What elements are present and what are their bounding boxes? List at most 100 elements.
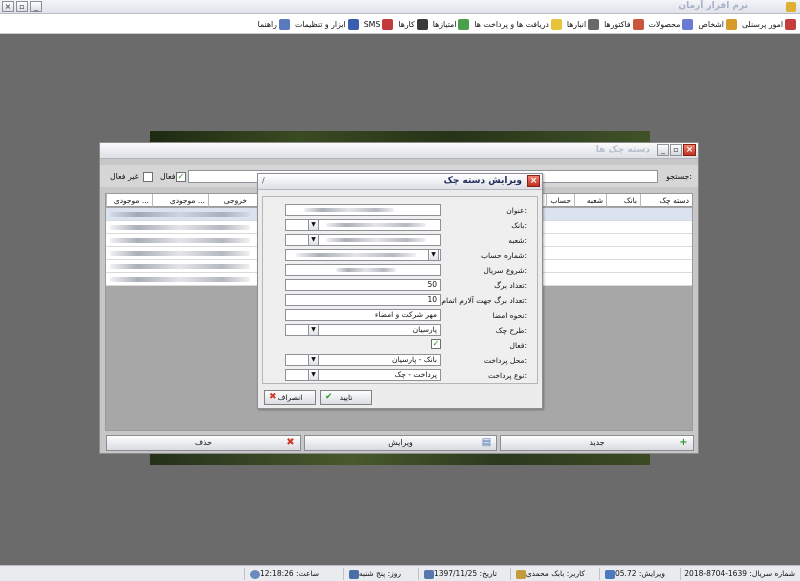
user-status-text: کاربر: بابک محمدی: [525, 569, 585, 578]
title-input[interactable]: [285, 204, 441, 216]
chevron-down-icon[interactable]: ▼: [308, 235, 319, 245]
sheet-count-label: تعداد برگ:: [494, 281, 527, 290]
version-status: ویرایش: 05.72: [599, 568, 668, 580]
menu-item[interactable]: ابزار و تنظیمات: [293, 17, 361, 31]
column-header[interactable]: دسته چک: [640, 194, 692, 207]
close-window-button[interactable]: ×: [2, 1, 14, 12]
menu-item[interactable]: فاکتورها: [602, 17, 645, 31]
payment-place-label: محل پرداخت:: [483, 356, 527, 365]
calendar-icon: [423, 569, 434, 579]
menu-item-label: اشخاص: [698, 19, 724, 29]
alarm-count-label: تعداد برگ جهت آلارم اتمام:: [441, 296, 527, 305]
column-header[interactable]: خروجی: [208, 194, 250, 207]
column-header[interactable]: بانک: [606, 194, 640, 207]
minimize-window-button[interactable]: _: [30, 1, 42, 12]
column-header[interactable]: موجودی ...: [152, 194, 208, 207]
check-design-label: طرح چک:: [495, 326, 527, 335]
menu-item-label: امتیازها: [432, 19, 457, 29]
active-label: فعال:: [509, 341, 527, 350]
edit-button[interactable]: ▤ ویرایش: [304, 435, 497, 451]
column-header[interactable]: موجودی ...: [106, 194, 152, 207]
close-icon[interactable]: ×: [683, 144, 696, 156]
menu-item[interactable]: اشخاص: [696, 17, 739, 31]
menu-item-label: امور پرسنلی: [741, 19, 783, 29]
warehouse-icon: [588, 18, 600, 30]
chevron-down-icon[interactable]: ▼: [308, 370, 319, 380]
date-status: تاریخ: 1397/11/25: [417, 568, 500, 580]
chevron-down-icon[interactable]: ▼: [308, 355, 319, 365]
bank-select[interactable]: ▼: [285, 219, 441, 231]
user-icon: [515, 569, 526, 579]
tools-icon: [347, 18, 359, 30]
close-icon[interactable]: ×: [527, 175, 540, 187]
payment-type-value: پرداخت - چک: [394, 370, 437, 379]
menu-item-label: ابزار و تنظیمات: [294, 19, 346, 29]
payment-place-value: بانک - پارسیان: [392, 355, 437, 364]
chevron-down-icon[interactable]: ▼: [308, 325, 319, 335]
payment-type-select[interactable]: پرداخت - چک ▼: [285, 369, 441, 381]
delete-icon: ✖: [286, 437, 295, 448]
bank-label: بانک:: [511, 221, 527, 230]
version-status-text: ویرایش: 05.72: [615, 569, 665, 578]
alarm-count-input[interactable]: 10: [285, 294, 441, 306]
payments-icon: [550, 18, 562, 30]
maximize-window-button[interactable]: ▫: [16, 1, 28, 12]
serial-number-status: شماره سریال: 1639-8704-2018: [680, 568, 798, 580]
title-label: عنوان:: [506, 206, 527, 215]
menu-item-label: کارها: [398, 19, 415, 29]
checkbooks-window-title: دسته چک ها: [595, 145, 650, 155]
menu-item[interactable]: محصولات: [647, 17, 696, 31]
menu-item[interactable]: دریافت ها و پرداخت ها: [472, 17, 563, 31]
chevron-down-icon[interactable]: ▼: [308, 220, 319, 230]
menu-item-label: راهنما: [257, 19, 277, 29]
dialog-form: عنوان: بانک: ▼ شعبه: ▼ شماره حساب: ▼ شرو…: [262, 196, 538, 384]
menu-item[interactable]: امتیازها: [431, 17, 472, 31]
signature-method-input[interactable]: مهر شرکت و امضاء: [285, 309, 441, 321]
app-logo-icon: [786, 2, 796, 12]
help-icon: [278, 18, 290, 30]
active-filter-checkbox[interactable]: ✓: [176, 172, 186, 182]
menu-item[interactable]: راهنما: [256, 17, 292, 31]
menu-items: امور پرسنلی اشخاص محصولات فاکتورها انبارها در…: [256, 17, 798, 31]
branch-select[interactable]: ▼: [285, 234, 441, 246]
new-button-label: جدید: [589, 438, 605, 447]
clock-icon: [249, 569, 260, 579]
payment-place-select[interactable]: بانک - پارسیان ▼: [285, 354, 441, 366]
delete-button-label: حذف: [195, 438, 212, 447]
people-icon: [725, 18, 737, 30]
menu-item[interactable]: امور پرسنلی: [740, 17, 798, 31]
products-icon: [682, 18, 694, 30]
sheet-count-input[interactable]: 50: [285, 279, 441, 291]
maximize-icon[interactable]: ▫: [670, 144, 682, 156]
check-design-select[interactable]: پارسیان ▼: [285, 324, 441, 336]
serial-start-input[interactable]: [285, 264, 441, 276]
day-status-text: روز: پنج شنبه: [358, 569, 401, 578]
personnel-icon: [785, 18, 796, 30]
chevron-down-icon[interactable]: ▼: [428, 250, 439, 260]
active-checkbox[interactable]: ✓: [431, 339, 441, 349]
edit-button-label: ویرایش: [388, 438, 413, 447]
new-button[interactable]: + جدید: [500, 435, 694, 451]
time-status: ساعت: 12:18:26: [243, 568, 322, 580]
search-label: جستجو:: [666, 172, 692, 181]
menu-item[interactable]: کارها: [396, 17, 429, 31]
column-header[interactable]: حساب: [546, 194, 574, 207]
account-number-label: شماره حساب:: [480, 251, 527, 260]
day-icon: [348, 569, 359, 579]
menu-item-label: انبارها: [566, 19, 587, 29]
check-design-value: پارسیان: [412, 325, 437, 334]
delete-button[interactable]: ✖ حذف: [106, 435, 301, 451]
account-number-select[interactable]: ▼: [285, 249, 441, 261]
column-header[interactable]: شعبه: [574, 194, 606, 207]
edit-icon: ▤: [481, 437, 492, 448]
background-image: [150, 453, 650, 465]
points-icon: [458, 18, 470, 30]
cancel-button[interactable]: ✖ انصراف: [264, 390, 316, 405]
minimize-icon[interactable]: _: [657, 144, 669, 156]
inactive-filter-checkbox[interactable]: [143, 172, 153, 182]
menu-item[interactable]: انبارها: [565, 17, 601, 31]
edit-checkbook-dialog: × ویرایش دسته چک / عنوان: بانک: ▼ شعبه: …: [257, 173, 543, 409]
ok-button[interactable]: ✔ تایید: [320, 390, 372, 405]
signature-method-label: نحوه امضا:: [492, 311, 527, 320]
menu-item[interactable]: SMS: [362, 17, 396, 31]
